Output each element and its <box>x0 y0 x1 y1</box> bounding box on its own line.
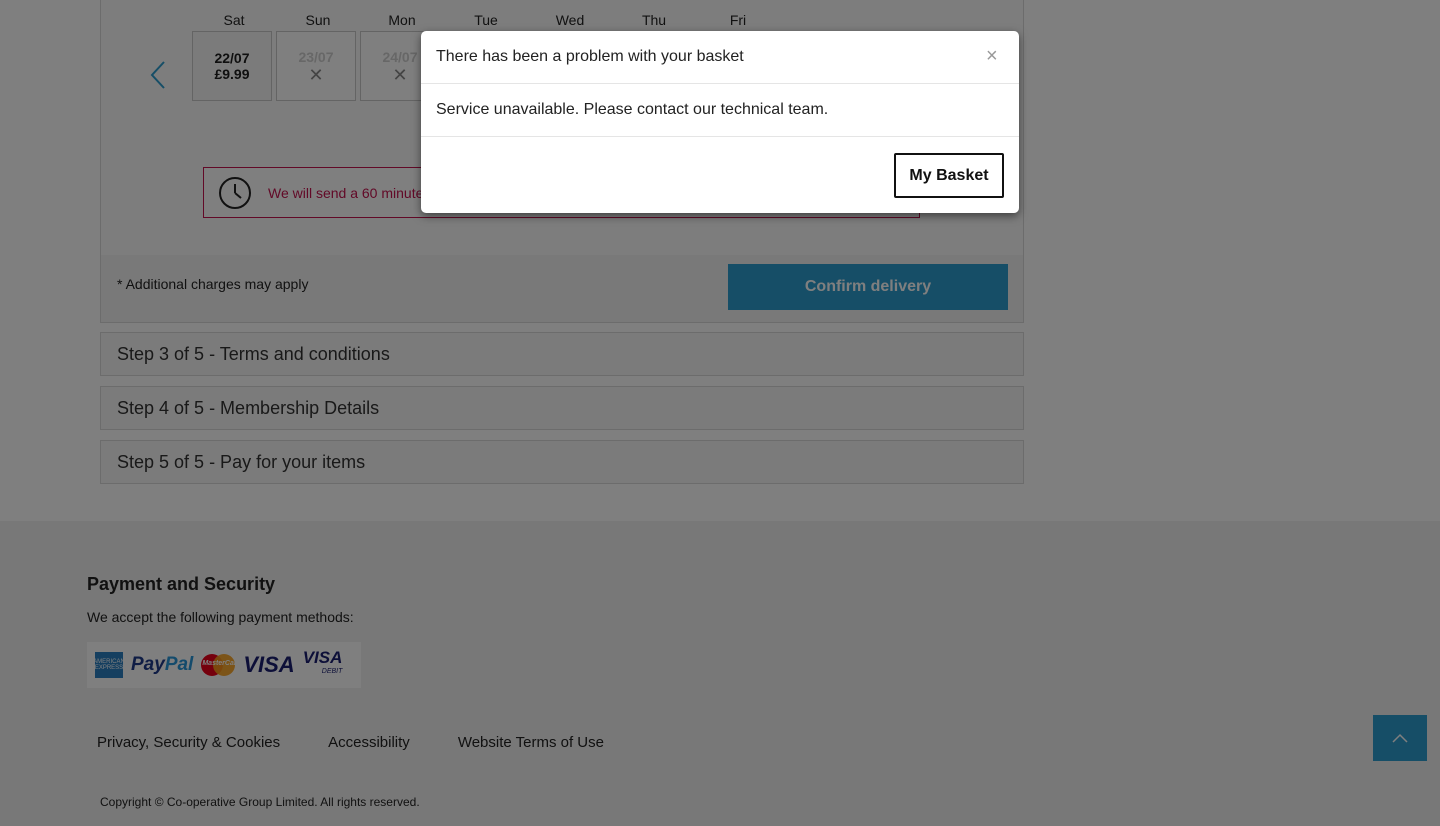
close-icon[interactable]: × <box>986 45 998 67</box>
dialog-message: Service unavailable. Please contact our … <box>436 101 829 118</box>
my-basket-button[interactable]: My Basket <box>894 153 1004 198</box>
checkout-page: Sat Sun Mon Tue Wed Thu Fri 22/07 £9.99 … <box>0 0 1440 826</box>
basket-error-dialog: There has been a problem with your baske… <box>421 31 1019 213</box>
dialog-header: There has been a problem with your baske… <box>421 31 1019 84</box>
dialog-title: There has been a problem with your baske… <box>436 48 744 65</box>
dialog-body: Service unavailable. Please contact our … <box>421 84 1019 137</box>
